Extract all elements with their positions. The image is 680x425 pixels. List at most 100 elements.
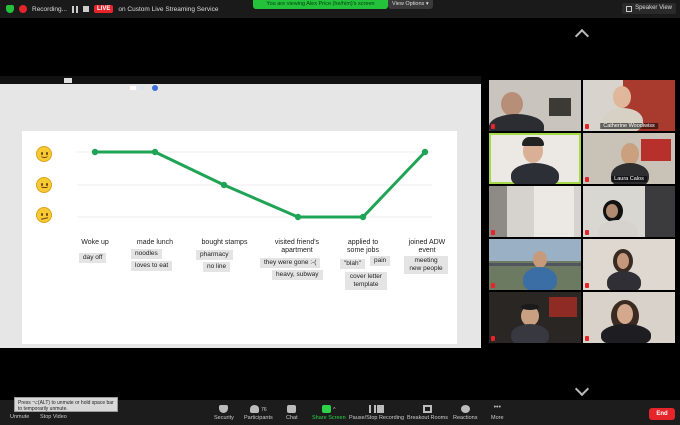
journey-point [294, 213, 302, 221]
meeting-top-bar: Recording... LIVE on Custom Live Streami… [0, 0, 680, 18]
chevron-up-icon[interactable]: ^ [333, 407, 335, 413]
journey-line-chart [77, 148, 432, 221]
video-tile[interactable]: Laura Calos [583, 133, 675, 184]
shared-toolbar-icons [130, 85, 160, 91]
grid-icon [626, 5, 633, 12]
video-tile[interactable] [583, 186, 675, 237]
chat-icon [287, 405, 297, 413]
participants-icon [250, 405, 260, 413]
video-tile[interactable] [489, 186, 581, 237]
reactions-button[interactable]: Reactions [453, 405, 477, 421]
shared-tab-active [64, 77, 72, 83]
journey-point [91, 148, 99, 156]
speaker-view-button[interactable]: Speaker View [622, 3, 676, 14]
sticky-note: day off [79, 253, 107, 263]
security-button[interactable]: Security [214, 405, 234, 421]
recording-label: Recording... [32, 5, 68, 13]
sticky-note: pharmacy [196, 250, 233, 260]
shield-icon[interactable] [6, 5, 14, 13]
shield-icon [219, 405, 229, 413]
shared-app-icon [152, 85, 158, 91]
share-screen-icon [322, 405, 332, 413]
smile-face-icon [36, 177, 52, 193]
stop-video-button[interactable]: Stop Video [40, 414, 67, 420]
unmute-label: Unmute [10, 414, 30, 420]
muted-mic-icon [491, 336, 495, 341]
video-tile[interactable] [489, 80, 581, 131]
shared-tab [22, 78, 30, 83]
muted-mic-icon [585, 336, 589, 341]
video-tile[interactable]: Catherine Woodiwiss [583, 80, 675, 131]
participants-count: 76 [261, 407, 267, 413]
chevron-down-icon[interactable] [574, 381, 590, 397]
journey-point [421, 148, 429, 156]
participant-name: Laura Calos [611, 176, 647, 182]
video-tile[interactable] [489, 133, 581, 184]
stage-label: visited friend's apartment [274, 239, 320, 254]
shared-tab [50, 78, 58, 83]
stop-recording-icon[interactable] [83, 6, 90, 12]
pause-icon [369, 405, 377, 413]
pause-recording-icon[interactable] [72, 5, 79, 13]
muted-mic-icon [585, 124, 589, 129]
participant-name: Catherine Woodiwiss [600, 123, 658, 129]
muted-mic-icon [491, 177, 495, 182]
shared-browser-tabs [0, 76, 481, 84]
stream-label[interactable]: on Custom Live Streaming Service [118, 6, 218, 13]
live-badge: LIVE [94, 5, 114, 13]
journey-point [151, 148, 159, 156]
share-screen-button[interactable]: ^ Share Screen [312, 405, 346, 421]
security-label: Security [214, 415, 234, 421]
reactions-icon [460, 405, 470, 413]
share-screen-label: Share Screen [312, 415, 346, 421]
muted-mic-icon [491, 283, 495, 288]
video-tile[interactable] [583, 292, 675, 343]
viewing-screen-banner: You are viewing Alex Price (he/him)'s sc… [253, 0, 388, 9]
chevron-up-icon[interactable] [574, 28, 590, 44]
journey-point [359, 213, 367, 221]
shared-app-icon [130, 86, 136, 90]
speaker-view-label: Speaker View [635, 5, 672, 11]
unmute-tooltip: Press ⌥(ALT) to unmute or hold space bar… [14, 397, 118, 412]
sticky-note: no line [203, 262, 231, 272]
shared-app-icon [140, 86, 145, 90]
stop-video-label: Stop Video [40, 414, 67, 420]
end-meeting-button[interactable]: End [649, 408, 675, 420]
video-tile[interactable] [489, 239, 581, 290]
video-tile[interactable] [583, 239, 675, 290]
happy-face-icon [36, 146, 52, 162]
unmute-button[interactable]: Unmute [10, 414, 29, 420]
more-label: More [491, 415, 504, 421]
sticky-note: pain [370, 256, 391, 266]
breakout-rooms-icon [422, 405, 432, 413]
breakout-rooms-button[interactable]: Breakout Rooms [407, 405, 448, 421]
pause-recording-label: Pause/Stop Recording [349, 415, 405, 421]
muted-mic-icon [491, 230, 495, 235]
chat-button[interactable]: Chat [286, 405, 298, 421]
journey-line [95, 150, 427, 219]
video-tile[interactable] [489, 292, 581, 343]
chat-label: Chat [286, 415, 298, 421]
muted-mic-icon [491, 124, 495, 129]
more-icon: ••• [493, 404, 501, 411]
journey-point [220, 181, 228, 189]
pause-recording-button[interactable]: Pause/Stop Recording [349, 405, 404, 421]
muted-mic-icon [585, 177, 589, 182]
shared-tab [36, 78, 44, 83]
reactions-label: Reactions [453, 415, 478, 421]
sticky-note: "blah" [340, 259, 365, 269]
more-button[interactable]: ••• More [491, 404, 504, 421]
stage-label: made lunch [136, 239, 174, 246]
stage-label: bought stamps [201, 239, 248, 246]
muted-mic-icon [585, 283, 589, 288]
sticky-note: loves to eat [131, 261, 173, 271]
view-options-button[interactable]: View Options ▾ [388, 0, 433, 9]
recording-icon [19, 5, 27, 13]
stop-icon [377, 405, 385, 413]
journey-map-slide: Woke up day off made lunch noodles loves… [22, 131, 457, 344]
sticky-note: heavy, subway [272, 270, 323, 280]
sticky-note: meeting new people [404, 256, 448, 274]
stage-label: Woke up [81, 239, 109, 246]
participants-button[interactable]: 76 Participants [244, 405, 273, 421]
muted-mic-icon [585, 230, 589, 235]
